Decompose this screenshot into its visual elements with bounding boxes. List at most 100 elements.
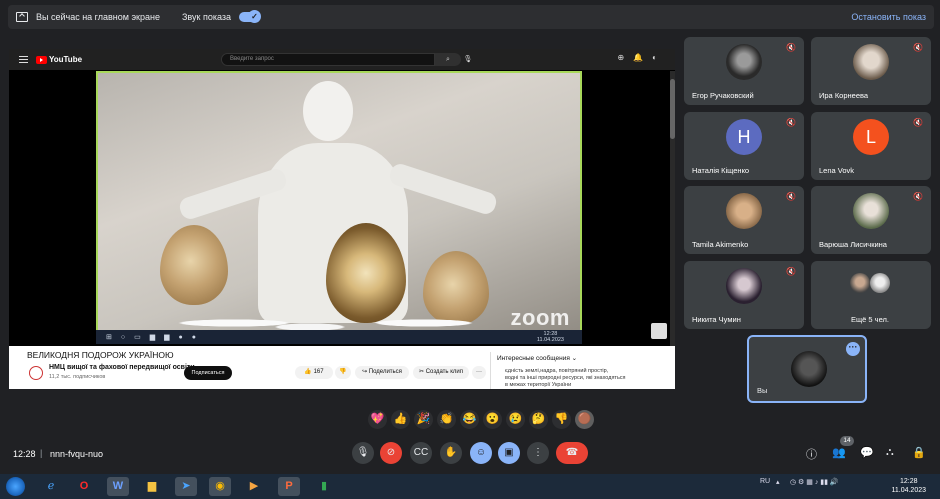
channel-subscribers: 11,2 тыс. подписчиков <box>49 374 106 380</box>
system-clock[interactable]: 12:28 11.04.2023 <box>891 477 926 495</box>
participant-tile[interactable]: H 🔇 Наталія Кіщенко <box>684 112 804 180</box>
ie-icon[interactable]: ℯ <box>40 477 62 496</box>
video-player[interactable]: zoom <box>96 71 582 342</box>
participant-tile[interactable]: 🔇 Варюша Лисичкина <box>811 186 931 254</box>
participant-name: Tamila Akimenko <box>692 240 749 249</box>
zoom-icon: ● <box>191 333 196 341</box>
reaction-emoji-button[interactable]: 😢 <box>506 409 525 429</box>
powerpoint-icon[interactable]: P <box>278 477 300 496</box>
start-button[interactable] <box>6 477 25 496</box>
hang-up-icon: ☎ <box>565 447 579 458</box>
avatar <box>853 44 889 80</box>
participant-tile[interactable]: 🔇 Ира Корнеева <box>811 37 931 105</box>
raise-hand-button[interactable]: ✋ <box>440 442 462 464</box>
video-inner-taskbar: ⊞ ○ ▭ ▆ ▆ ● ● 12:28 11.04.2023 <box>96 330 582 344</box>
present-button[interactable]: ▣ <box>498 442 520 464</box>
share-button[interactable]: ↪ Поделиться <box>355 366 409 379</box>
meet-icon[interactable]: ▮ <box>313 477 335 496</box>
microphone-icon[interactable]: 🎙 <box>461 53 475 66</box>
mic-off-icon: 🔇 <box>786 267 796 276</box>
create-clip-button[interactable]: ✂ Создать клип <box>413 366 469 379</box>
camera-button[interactable]: ⊘ <box>380 442 402 464</box>
reaction-emoji-button[interactable]: 👍 <box>391 409 410 429</box>
windows-icon: ⊞ <box>106 334 112 341</box>
chat-panel-header[interactable]: Интересные сообщения ⌄ <box>497 354 639 362</box>
like-button[interactable]: 👍 167 <box>295 366 333 379</box>
presentation-screen: YouTube Введите запрос ⌕ 🎙 ⊕ 🔔 ◐ zoom ⊞ … <box>9 49 675 389</box>
channel-name[interactable]: НМЦ вищої та фахової передвищої освіти <box>49 364 195 371</box>
word-icon[interactable]: W <box>107 477 129 496</box>
host-controls-icon[interactable]: 🔒 <box>912 446 926 459</box>
telegram-icon[interactable]: ➤ <box>175 477 197 496</box>
reaction-emoji-button[interactable]: 🟤 <box>575 409 594 429</box>
thumbs-up-icon: 👍 <box>304 369 314 375</box>
participant-tile[interactable]: 🔇 Никита Чумин <box>684 261 804 329</box>
dislike-button[interactable]: 👎 <box>335 366 351 379</box>
separator: | <box>40 448 43 458</box>
present-screen-icon <box>16 12 28 22</box>
chat-icon[interactable]: 💬 <box>860 446 874 459</box>
youtube-play-icon <box>36 55 47 64</box>
notifications-icon[interactable]: 🔔 <box>633 53 643 62</box>
self-tile[interactable]: ··· Вы <box>747 335 867 403</box>
more-options-button[interactable]: ⋮ <box>527 442 549 464</box>
people-icon[interactable]: 👥 <box>832 446 846 459</box>
reaction-emoji-button[interactable]: 😂 <box>460 409 479 429</box>
sound-toggle[interactable] <box>239 10 261 23</box>
scrollbar-thumb[interactable] <box>670 79 675 139</box>
microphone-button[interactable]: 🎙 <box>352 442 374 464</box>
channel-avatar[interactable] <box>29 366 43 380</box>
avatar: L <box>853 119 889 155</box>
reaction-emoji-button[interactable]: 👎 <box>552 409 571 429</box>
share-icon: ↪ <box>362 369 369 375</box>
sound-label: Звук показа <box>181 12 231 22</box>
camera-off-icon: ⊘ <box>386 447 396 458</box>
mic-off-icon: 🔇 <box>913 118 923 127</box>
create-icon[interactable]: ⊕ <box>617 53 624 62</box>
reactions-button[interactable]: ☺ <box>470 442 492 464</box>
search-icon[interactable]: ⌕ <box>435 53 461 66</box>
participant-tile[interactable]: L 🔇 Lena Vovk <box>811 112 931 180</box>
avatar <box>850 273 870 293</box>
tray-chevron-icon[interactable]: ▴ <box>776 478 780 486</box>
meeting-time: 12:28 <box>13 449 36 459</box>
people-count-badge: 14 <box>840 436 854 446</box>
leave-call-button[interactable]: ☎ <box>556 442 588 464</box>
more-participants-tile[interactable]: Ещё 5 чел. <box>811 261 931 329</box>
video-info-panel: ВЕЛИКОДНЯ ПОДОРОЖ УКРАЇНОЮ НМЦ вищої та … <box>9 346 675 389</box>
menu-icon[interactable] <box>19 56 28 63</box>
reaction-emoji-button[interactable]: 💖 <box>368 409 387 429</box>
youtube-search-input[interactable]: Введите запрос <box>221 53 435 66</box>
reaction-emoji-button[interactable]: 😮 <box>483 409 502 429</box>
participant-tile[interactable]: 🔇 Tamila Akimenko <box>684 186 804 254</box>
account-icon[interactable]: ◐ <box>652 53 657 62</box>
participant-name: Ира Корнеева <box>819 91 869 100</box>
stop-presenting-button[interactable]: Остановить показ <box>851 12 926 22</box>
statue-head <box>303 81 353 141</box>
reaction-emoji-button[interactable]: 👏 <box>437 409 456 429</box>
activities-icon[interactable]: ⛬ <box>886 446 894 459</box>
info-icon[interactable]: ⓘ <box>806 446 817 462</box>
avatar <box>726 193 762 229</box>
presenting-text: Вы сейчас на главном экране <box>36 12 160 22</box>
reaction-emoji-button[interactable]: 🎉 <box>414 409 433 429</box>
youtube-logo[interactable]: YouTube <box>36 55 82 64</box>
participant-name: Lena Vovk <box>819 166 855 175</box>
meeting-code: nnn-fvqu-nuo <box>50 449 104 459</box>
chrome-icon[interactable]: ◉ <box>209 477 231 496</box>
more-options-icon[interactable]: ··· <box>846 342 860 356</box>
participant-tile[interactable]: 🔇 Егор Ручаковский <box>684 37 804 105</box>
participant-name: Никита Чумин <box>692 315 741 324</box>
reactions-bar: 💖 👍 🎉 👏 😂 😮 😢 🤔 👎 🟤 <box>368 407 604 431</box>
subscribe-button[interactable]: Подписаться <box>184 366 232 380</box>
tray-icons[interactable]: ◷ ⚙ ▦ ♪ ▮▮ 🔊 <box>790 478 839 486</box>
language-indicator[interactable]: RU <box>760 478 770 485</box>
more-actions-button[interactable]: ··· <box>472 366 486 379</box>
opera-icon[interactable]: O <box>73 477 95 496</box>
captions-button[interactable]: CC <box>410 442 432 464</box>
avatar <box>726 44 762 80</box>
media-player-icon[interactable]: ▶ <box>243 477 265 496</box>
reaction-emoji-button[interactable]: 🤔 <box>529 409 548 429</box>
mic-off-icon: 🔇 <box>786 118 796 127</box>
folder-icon[interactable]: ▆ <box>141 477 163 496</box>
